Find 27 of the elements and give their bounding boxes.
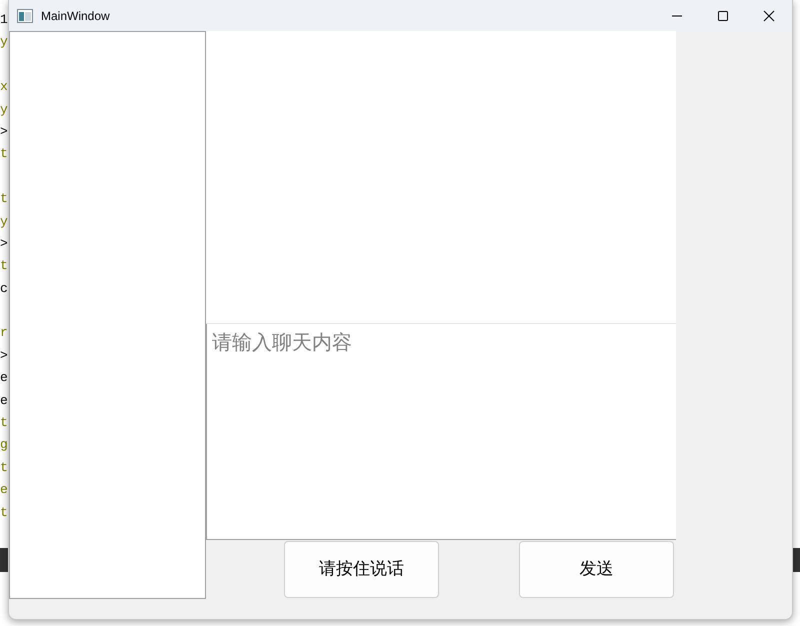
- code-line: >: [0, 122, 8, 141]
- send-button[interactable]: 发送: [519, 541, 674, 598]
- code-line: c: [0, 280, 8, 298]
- code-line: t: [0, 145, 8, 164]
- window-title: MainWindow: [41, 8, 110, 24]
- code-line: e: [0, 392, 8, 410]
- code-line: y: [0, 100, 8, 119]
- input-field[interactable]: 请输入聊天内容: [206, 324, 676, 540]
- code-line: e: [0, 481, 8, 500]
- code-line: t: [0, 414, 8, 432]
- code-line: >: [0, 346, 8, 365]
- code-line: t: [0, 190, 8, 208]
- close-icon: [763, 10, 775, 22]
- code-line: x: [0, 78, 8, 96]
- code-line: 1: [0, 11, 8, 29]
- code-line: g: [0, 436, 8, 454]
- maximize-icon: [717, 10, 729, 22]
- app-icon: [17, 8, 33, 22]
- code-line: t: [0, 504, 8, 522]
- code-line: t: [0, 458, 8, 477]
- code-line: e: [0, 369, 8, 388]
- hold-to-talk-button[interactable]: 请按住说话: [284, 541, 439, 598]
- code-line: r: [0, 324, 8, 342]
- code-line: t: [0, 257, 8, 276]
- code-line: y: [0, 212, 8, 231]
- code-line: y: [0, 33, 8, 52]
- code-line: >: [0, 234, 8, 253]
